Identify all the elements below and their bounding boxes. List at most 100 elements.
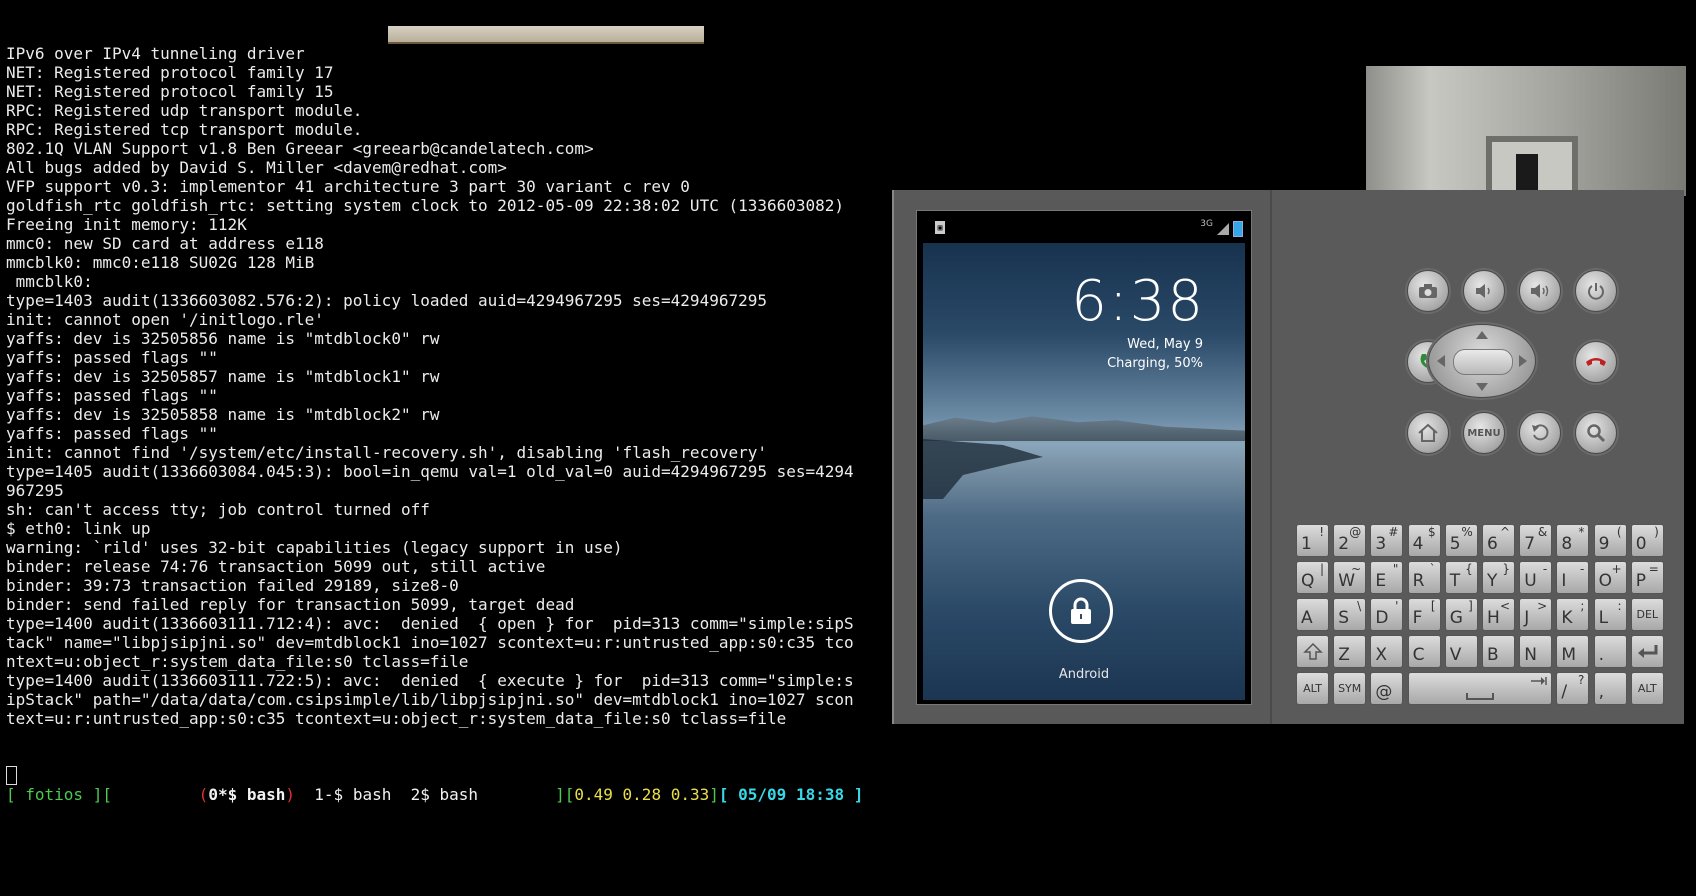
key[interactable]: L: [1593,598,1627,631]
camera-button[interactable] [1407,270,1449,312]
active-window[interactable]: 0*$ bash [208,785,285,804]
screen-status-bar: [ fotios ][ (0*$ bash) 1-$ bash 2$ bash … [6,785,864,804]
key[interactable]: 9( [1593,524,1627,557]
key[interactable]: 6 ^ [1482,524,1515,557]
end-call-icon [1586,358,1606,366]
space-key[interactable] [1407,672,1553,705]
terminal-output[interactable]: IPv6 over IPv4 tunneling driver NET: Regi… [6,44,888,734]
padlock-icon [1071,597,1091,624]
clock-datetime: [ 05/09 18:38 ] [718,785,864,804]
terminal-line: text=u:r:untrusted_app:s0:c35 tcontext=u… [6,709,787,728]
phone-screen[interactable]: ▣ 3G 6:38 Wed, May 9 Charging, 50% Andro… [916,210,1252,705]
key[interactable]: 7 & [1519,524,1553,557]
key[interactable]: W ~ [1333,561,1367,594]
key[interactable]: T{ [1444,561,1478,594]
back-icon [1532,424,1549,441]
window-list[interactable]: 1-$ bash 2$ bash [295,785,555,804]
terminal-line: NET: Registered protocol family 15 [6,82,334,101]
key[interactable]: G] [1444,598,1478,631]
terminal-cursor [6,766,17,785]
key[interactable]: X [1370,635,1404,668]
power-icon [1588,283,1604,300]
menu-button[interactable]: MENU [1463,412,1505,454]
dpad-down-icon[interactable] [1476,383,1488,391]
comma-key[interactable]: , [1593,672,1627,705]
key[interactable]: . [1593,635,1627,668]
dpad-center-button[interactable] [1453,349,1513,375]
volume-up-button[interactable] [1519,270,1561,312]
key[interactable]: H < [1482,598,1515,631]
key[interactable]: M [1556,635,1590,668]
dpad[interactable] [1428,324,1536,398]
terminal-line: yaffs: dev is 32505856 name is "mtdblock… [6,329,440,348]
key[interactable]: F[ [1407,598,1441,631]
terminal-line: yaffs: passed flags "" [6,424,218,443]
terminal-line: All bugs added by David S. Miller <davem… [6,158,507,177]
back-button[interactable] [1519,412,1561,454]
key[interactable]: R ` [1407,561,1441,594]
slash-key[interactable]: /? [1556,672,1590,705]
key[interactable]: I- [1556,561,1590,594]
dpad-left-icon[interactable] [1437,355,1445,367]
background-image-fragment [1366,66,1686,202]
hardware-keyboard: 1! 2 @3 #4 $5% 6 ^ 7 & 8 * 9(0) Q | W ~ E " R ` T{Y} U - I - O + P =… [1296,524,1668,706]
space-icon [1465,693,1494,700]
terminal-line: RPC: Registered tcp transport module. [6,120,363,139]
terminal-line: yaffs: dev is 32505857 name is "mtdblock… [6,367,440,386]
key[interactable]: N [1519,635,1553,668]
home-button[interactable] [1407,412,1449,454]
key[interactable]: D ' [1370,598,1404,631]
delete-key[interactable]: DEL [1630,598,1664,631]
key[interactable]: A [1296,598,1329,631]
key[interactable]: U- [1519,561,1553,594]
signal-icon [1217,223,1229,235]
terminal-line: init: cannot find '/system/etc/install-r… [6,443,767,462]
key[interactable]: 2 @ [1333,524,1367,557]
key[interactable]: 5% [1444,524,1478,557]
key[interactable]: Q | [1296,561,1329,594]
home-icon [1418,423,1438,442]
key[interactable]: E " [1370,561,1404,594]
volume-down-button[interactable] [1463,270,1505,312]
lockscreen-date: Wed, May 9 [1127,337,1203,352]
enter-key[interactable] [1630,635,1664,668]
terminal-line: type=1400 audit(1336603111.712:4): avc: … [6,614,854,633]
terminal-line: mmc0: new SD card at address e118 [6,234,324,253]
dpad-right-icon[interactable] [1519,355,1527,367]
key[interactable]: Y} [1482,561,1515,594]
key[interactable]: B [1482,635,1515,668]
power-button[interactable] [1575,270,1617,312]
key[interactable]: V [1444,635,1478,668]
shift-key[interactable] [1296,635,1329,668]
key[interactable]: P = [1630,561,1664,594]
key[interactable]: O + [1593,561,1627,594]
unlock-button[interactable] [1049,579,1113,643]
sym-key[interactable]: SYM [1333,672,1367,705]
key[interactable]: 3 # [1370,524,1404,557]
key[interactable]: 8 * [1556,524,1590,557]
key[interactable]: J > [1519,598,1553,631]
load-average: 0.49 0.28 0.33 [574,785,710,804]
key[interactable]: 4 $ [1407,524,1441,557]
key[interactable]: Z [1333,635,1367,668]
terminal-line: type=1400 audit(1336603111.722:5): avc: … [6,671,854,690]
search-button[interactable] [1575,412,1617,454]
alt-key-right[interactable]: ALT [1630,672,1664,705]
alt-key-left[interactable]: ALT [1296,672,1329,705]
dpad-up-icon[interactable] [1476,331,1488,339]
at-key[interactable]: @ [1370,672,1404,705]
key[interactable]: S \ [1333,598,1367,631]
shift-icon [1303,642,1323,660]
terminal-line: VFP support v0.3: implementor 41 archite… [6,177,690,196]
terminal-line: type=1405 audit(1336603084.045:3): bool=… [6,462,854,481]
terminal-line: ipStack" path="/data/data/com.csipsimple… [6,690,854,709]
sd-card-icon: ▣ [935,221,945,234]
key[interactable]: 1! [1296,524,1329,557]
terminal-line: mmcblk0: mmc0:e118 SU02G 128 MiB [6,253,315,272]
terminal-line: yaffs: passed flags "" [6,386,218,405]
key[interactable]: 0) [1630,524,1664,557]
tab-icon [1531,677,1547,685]
key[interactable]: C [1407,635,1441,668]
end-call-button[interactable] [1575,341,1617,383]
key[interactable]: K; [1556,598,1590,631]
